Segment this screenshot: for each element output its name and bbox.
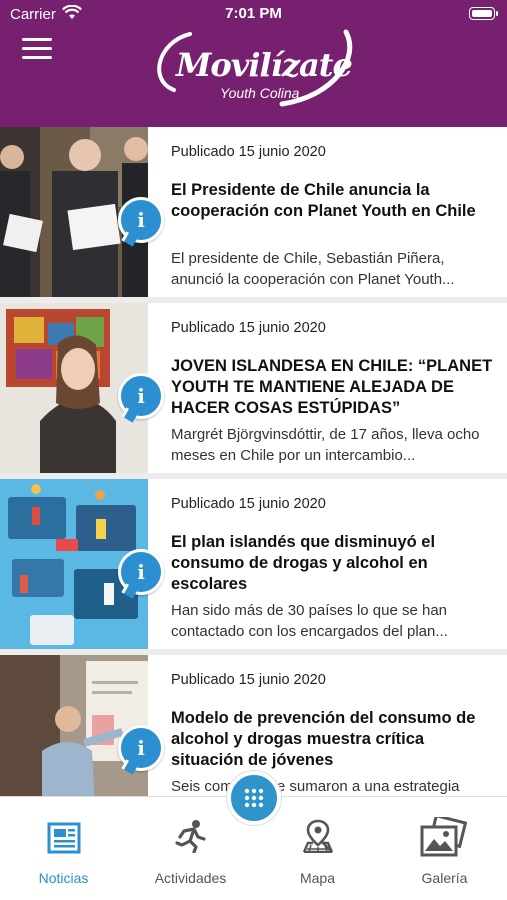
news-list: i Publicado 15 junio 2020 El Presidente …	[0, 127, 507, 831]
newspaper-icon	[47, 822, 81, 854]
status-bar: Carrier 7:01 PM	[0, 0, 507, 28]
news-date: Publicado 15 junio 2020	[171, 144, 326, 160]
tab-label: Galería	[421, 870, 468, 886]
tab-galeria[interactable]: Galería	[381, 797, 507, 900]
tab-label: Noticias	[38, 870, 89, 886]
news-date: Publicado 15 junio 2020	[171, 496, 326, 512]
running-person-icon	[175, 820, 206, 853]
news-title[interactable]: El Presidente de Chile anuncia la cooper…	[171, 180, 501, 222]
news-title[interactable]: JOVEN ISLANDESA EN CHILE: “PLANET YOUTH …	[171, 356, 501, 419]
clock: 7:01 PM	[225, 5, 282, 22]
hamburger-icon[interactable]	[22, 38, 52, 62]
news-item[interactable]: i Publicado 15 junio 2020 El plan island…	[0, 479, 507, 655]
grid-dots-icon[interactable]	[227, 771, 281, 825]
tab-noticias[interactable]: Noticias	[0, 797, 127, 900]
news-excerpt: Seis comunas se sumaron a una estrategia	[171, 778, 460, 795]
photo-gallery-icon	[420, 817, 467, 857]
battery-icon	[469, 7, 498, 20]
info-icon[interactable]: i	[118, 197, 164, 243]
news-item[interactable]: i Publicado 15 junio 2020 JOVEN ISLANDES…	[0, 303, 507, 479]
tab-label: Actividades	[154, 870, 227, 886]
tab-label: Mapa	[299, 870, 336, 886]
news-date: Publicado 15 junio 2020	[171, 672, 326, 688]
map-pin-icon	[302, 819, 334, 853]
app-header: Carrier 7:01 PM Movilízate Youth Colina	[0, 0, 507, 127]
info-icon[interactable]: i	[118, 549, 164, 595]
info-icon[interactable]: i	[118, 725, 164, 771]
logo-subtext: Youth Colina	[220, 85, 300, 101]
news-title[interactable]: El plan islandés que disminuyó el consum…	[171, 532, 501, 595]
news-excerpt: Han sido más de 30 países lo que se han …	[171, 602, 448, 640]
news-title[interactable]: Modelo de prevención del consumo de alco…	[171, 708, 501, 771]
news-excerpt: El presidente de Chile, Sebastián Piñera…	[171, 250, 455, 288]
logo-text: Movilízate	[176, 46, 353, 84]
news-item[interactable]: i Publicado 15 junio 2020 El Presidente …	[0, 127, 507, 303]
news-date: Publicado 15 junio 2020	[171, 320, 326, 336]
info-icon[interactable]: i	[118, 373, 164, 419]
grid-dots-glyph	[244, 788, 264, 808]
app-logo: Movilízate Youth Colina	[150, 28, 360, 108]
news-excerpt: Margrét Björgvinsdóttir, de 17 años, lle…	[171, 426, 480, 464]
